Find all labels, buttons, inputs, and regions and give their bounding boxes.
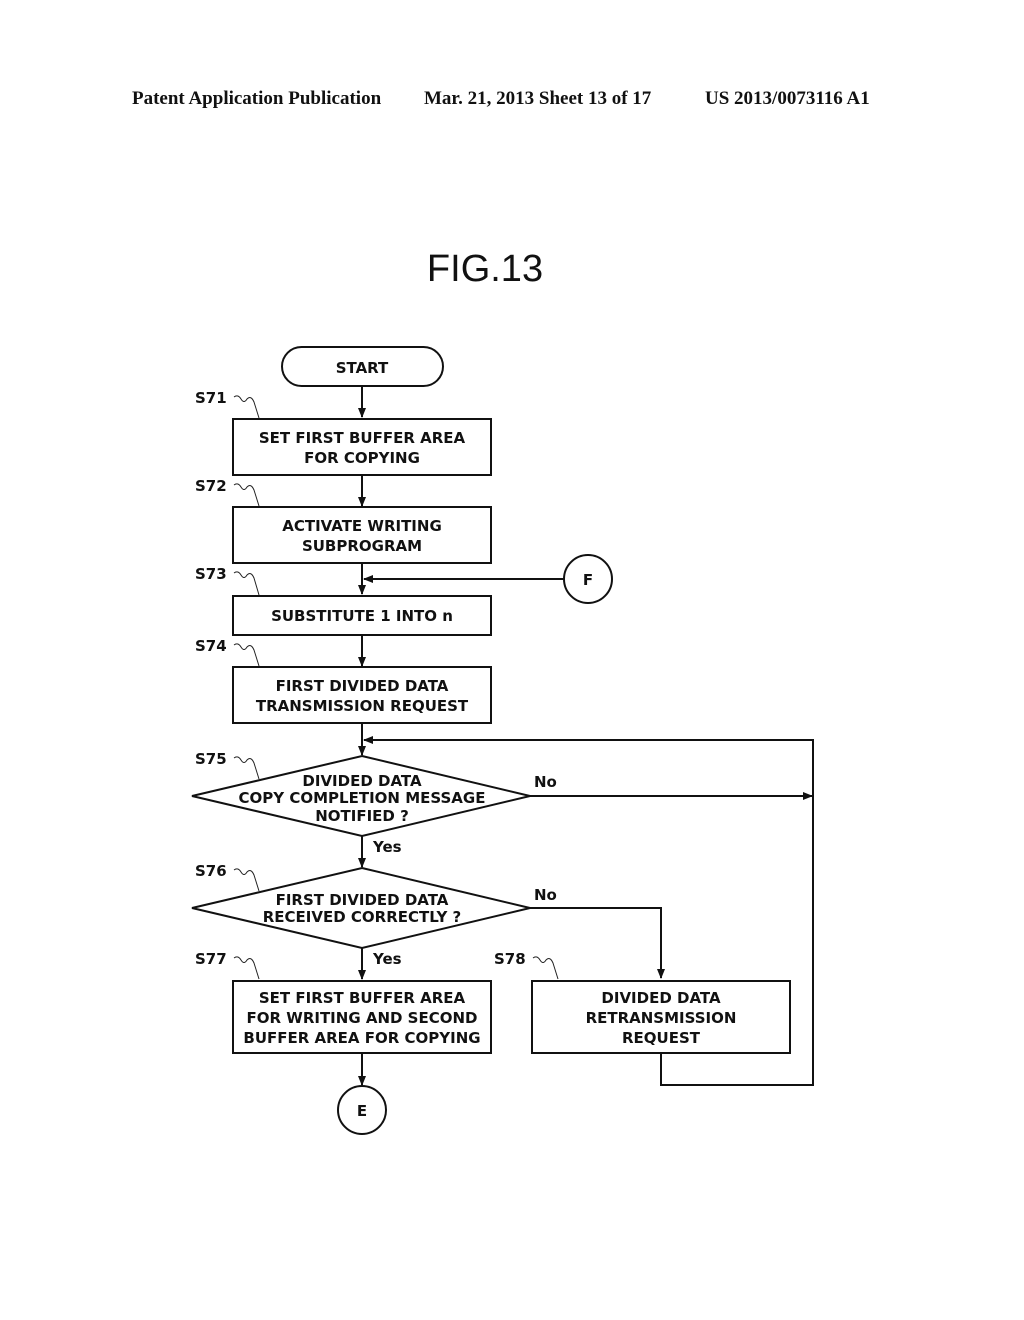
connector-f: F xyxy=(563,554,613,604)
s75-line-1: DIVIDED DATA xyxy=(302,772,422,790)
step-s73: SUBSTITUTE 1 INTO n S73 xyxy=(195,565,492,636)
s71-leader-line xyxy=(233,395,260,419)
s75-line-3: NOTIFIED ? xyxy=(315,807,409,825)
arrow-s76-no xyxy=(530,907,665,979)
s75-line-2: COPY COMPLETION MESSAGE xyxy=(239,789,486,807)
s75-step-label: S75 xyxy=(195,750,227,768)
s74-line-1: FIRST DIVIDED DATA xyxy=(276,677,449,695)
s72-line-1: ACTIVATE WRITING xyxy=(282,517,442,535)
s72-step-label: S72 xyxy=(195,477,227,495)
step-s74: FIRST DIVIDED DATA TRANSMISSION REQUEST … xyxy=(195,637,492,724)
s73-leader-line xyxy=(233,571,260,596)
flowchart: START SET FIRST BUFFER AREA FOR COPYING … xyxy=(191,346,814,1135)
start-terminator: START xyxy=(281,346,444,387)
s73-step-label: S73 xyxy=(195,565,227,583)
s78-line-2: RETRANSMISSION xyxy=(586,1009,737,1027)
s75-yes-label: Yes xyxy=(372,838,402,856)
s78-line-3: REQUEST xyxy=(622,1029,701,1047)
start-label: START xyxy=(336,359,389,377)
step-s78: DIVIDED DATA RETRANSMISSION REQUEST S78 xyxy=(494,950,791,1054)
s74-leader-line xyxy=(233,643,260,667)
s71-line-1: SET FIRST BUFFER AREA xyxy=(259,429,466,447)
connector-e: E xyxy=(337,1085,387,1135)
s77-line-2: FOR WRITING AND SECOND xyxy=(247,1009,478,1027)
s76-leader-line xyxy=(233,868,260,892)
s73-line-1: SUBSTITUTE 1 INTO n xyxy=(271,607,453,625)
decision-s75: DIVIDED DATA COPY COMPLETION MESSAGE NOT… xyxy=(191,750,557,856)
s77-leader-line xyxy=(233,956,260,980)
step-s71: SET FIRST BUFFER AREA FOR COPYING S71 xyxy=(195,389,492,476)
s75-no-label: No xyxy=(534,773,557,791)
step-s77: SET FIRST BUFFER AREA FOR WRITING AND SE… xyxy=(195,950,492,1054)
s72-line-2: SUBPROGRAM xyxy=(302,537,422,555)
s78-line-1: DIVIDED DATA xyxy=(601,989,721,1007)
connector-e-label: E xyxy=(357,1102,367,1120)
s76-yes-label: Yes xyxy=(372,950,402,968)
s76-no-label: No xyxy=(534,886,557,904)
s71-line-2: FOR COPYING xyxy=(304,449,420,467)
s76-step-label: S76 xyxy=(195,862,227,880)
s75-leader-line xyxy=(233,756,260,780)
s77-line-1: SET FIRST BUFFER AREA xyxy=(259,989,466,1007)
s74-step-label: S74 xyxy=(195,637,227,655)
step-s72: ACTIVATE WRITING SUBPROGRAM S72 xyxy=(195,477,492,564)
s77-step-label: S77 xyxy=(195,950,227,968)
s72-leader-line xyxy=(233,483,260,507)
connector-f-label: F xyxy=(583,571,593,589)
s76-line-2: RECEIVED CORRECTLY ? xyxy=(263,908,462,926)
s76-line-1: FIRST DIVIDED DATA xyxy=(276,891,449,909)
s78-leader-line xyxy=(532,956,559,980)
s78-step-label: S78 xyxy=(494,950,526,968)
s77-line-3: BUFFER AREA FOR COPYING xyxy=(243,1029,480,1047)
s71-step-label: S71 xyxy=(195,389,227,407)
s74-line-2: TRANSMISSION REQUEST xyxy=(256,697,469,715)
